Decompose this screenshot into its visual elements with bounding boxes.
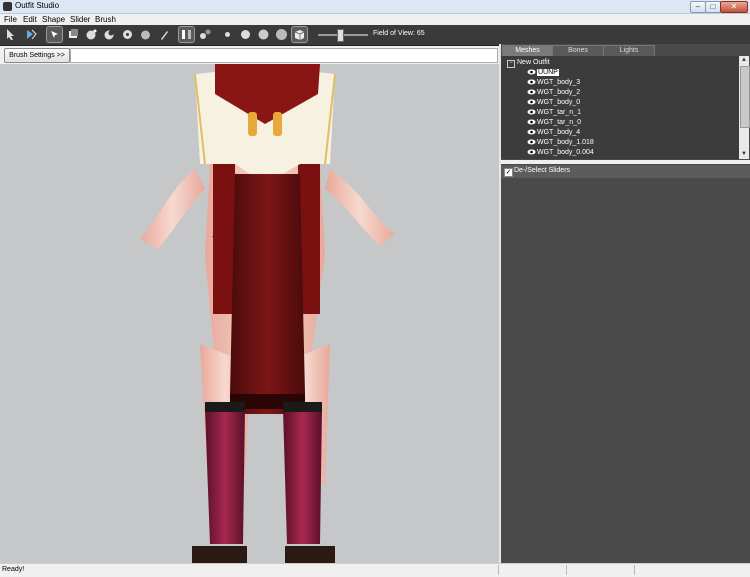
menu-shape[interactable]: Shape — [42, 14, 65, 25]
inflate-brush-button[interactable] — [84, 27, 99, 42]
maximize-button[interactable]: □ — [705, 1, 721, 13]
panel-separator — [501, 160, 750, 164]
select-sliders-checkbox[interactable]: ✓ — [504, 168, 513, 177]
eye-icon[interactable] — [527, 109, 536, 115]
sphere-large-icon — [258, 29, 269, 40]
mask-brush-icon — [69, 29, 78, 38]
tree-item-label: WGT_body_0.004 — [537, 149, 594, 156]
close-button[interactable]: ✕ — [720, 1, 748, 13]
status-separator — [498, 565, 499, 575]
smooth-brush-icon — [141, 30, 150, 40]
status-separator — [634, 565, 635, 575]
sphere-medium-button[interactable] — [238, 27, 253, 42]
tree-item-label: WGT_body_0 — [537, 99, 581, 106]
menu-slider[interactable]: Slider — [70, 14, 90, 25]
mask-brush-button[interactable] — [66, 27, 81, 42]
collapse-icon[interactable]: − — [507, 60, 515, 68]
tree-item[interactable]: WGT_body_2 — [527, 88, 580, 98]
brush-settings-panel — [70, 48, 498, 63]
tree-item-uunp[interactable]: UUNP — [527, 68, 559, 78]
sphere-small-icon — [225, 32, 230, 37]
move-brush-button[interactable] — [120, 27, 135, 42]
eye-icon[interactable] — [527, 69, 536, 75]
select-brush-button[interactable] — [3, 27, 18, 42]
menu-edit[interactable]: Edit — [23, 14, 37, 25]
menu-bar: File Edit Shape Slider Brush — [0, 14, 750, 25]
scroll-thumb[interactable] — [740, 66, 750, 128]
tree-item-label: WGT_tar_n_0 — [537, 119, 581, 126]
fov-label: Field of View: 65 — [373, 30, 425, 37]
select-brush-icon — [7, 29, 14, 40]
eye-icon[interactable] — [527, 129, 536, 135]
minimize-button[interactable]: – — [690, 1, 706, 13]
sphere-medium-icon — [241, 30, 250, 39]
outfit-model — [140, 64, 395, 563]
tree-item[interactable]: WGT_body_0 — [527, 98, 580, 108]
pointer-button[interactable] — [46, 26, 63, 43]
tree-item-label: WGT_body_4 — [537, 129, 581, 136]
tree-item[interactable]: WGT_body_1.018 — [527, 138, 594, 148]
select-sliders-label[interactable]: De-/Select Sliders — [514, 167, 570, 174]
title-bar — [0, 0, 750, 14]
sphere-xlarge-button[interactable] — [274, 27, 289, 42]
eye-icon[interactable] — [527, 139, 536, 145]
scroll-up-icon[interactable]: ▲ — [739, 56, 749, 65]
status-text: Ready! — [2, 566, 25, 573]
tree-item-label: WGT_tar_n_1 — [537, 109, 581, 116]
smooth-brush-button[interactable] — [138, 27, 153, 42]
eye-icon[interactable] — [527, 99, 536, 105]
menu-file[interactable]: File — [4, 14, 17, 25]
scroll-down-icon[interactable]: ▼ — [739, 150, 749, 159]
tree-item[interactable]: WGT_body_4 — [527, 128, 580, 138]
eye-icon[interactable] — [527, 89, 536, 95]
eye-icon[interactable] — [527, 79, 536, 85]
tree-root-label: New Outfit — [517, 59, 550, 66]
app-icon — [3, 2, 12, 11]
segment-button[interactable] — [198, 27, 213, 42]
window-title: Outfit Studio — [15, 1, 60, 10]
tree-item[interactable]: WGT_body_0.004 — [527, 148, 594, 158]
weight-brush-icon — [161, 31, 168, 40]
deflate-brush-button[interactable] — [102, 27, 117, 42]
status-bar — [0, 563, 750, 577]
tree-item[interactable]: WGT_tar_n_1 — [527, 108, 581, 118]
tree-item-label: WGT_body_3 — [537, 79, 581, 86]
vertex-select-icon — [182, 30, 191, 39]
eye-icon[interactable] — [527, 149, 536, 155]
vertex-select-button[interactable] — [178, 26, 195, 43]
brush-settings-button[interactable]: Brush Settings >> — [4, 48, 70, 63]
sphere-xlarge-icon — [276, 29, 287, 40]
tree-item-label: WGT_body_2 — [537, 89, 581, 96]
tree-root[interactable]: − New Outfit — [501, 58, 731, 68]
deflate-brush-icon — [104, 30, 114, 40]
segment-icon — [200, 29, 211, 39]
weight-brush-button[interactable] — [157, 27, 172, 42]
transform-icon — [27, 29, 37, 40]
transform-button[interactable] — [24, 27, 39, 42]
fov-slider-thumb[interactable] — [337, 29, 344, 42]
sphere-large-button[interactable] — [256, 27, 271, 42]
eye-icon[interactable] — [527, 119, 536, 125]
tree-item-label: UUNP — [537, 69, 559, 76]
cube-icon — [294, 30, 305, 40]
3d-viewport[interactable] — [0, 64, 499, 563]
cube-button[interactable] — [291, 26, 308, 43]
tree-item[interactable]: WGT_tar_n_0 — [527, 118, 581, 128]
status-separator — [566, 565, 567, 575]
move-brush-icon — [123, 30, 132, 39]
mesh-tree: − New Outfit UUNP WGT_body_3 WGT_body_2 … — [501, 56, 739, 159]
tree-item[interactable]: WGT_body_3 — [527, 78, 580, 88]
menu-brush[interactable]: Brush — [95, 14, 116, 25]
sphere-small-button[interactable] — [220, 27, 235, 42]
inflate-brush-icon — [86, 29, 97, 40]
pointer-icon — [51, 31, 58, 38]
tree-item-label: WGT_body_1.018 — [537, 139, 594, 146]
